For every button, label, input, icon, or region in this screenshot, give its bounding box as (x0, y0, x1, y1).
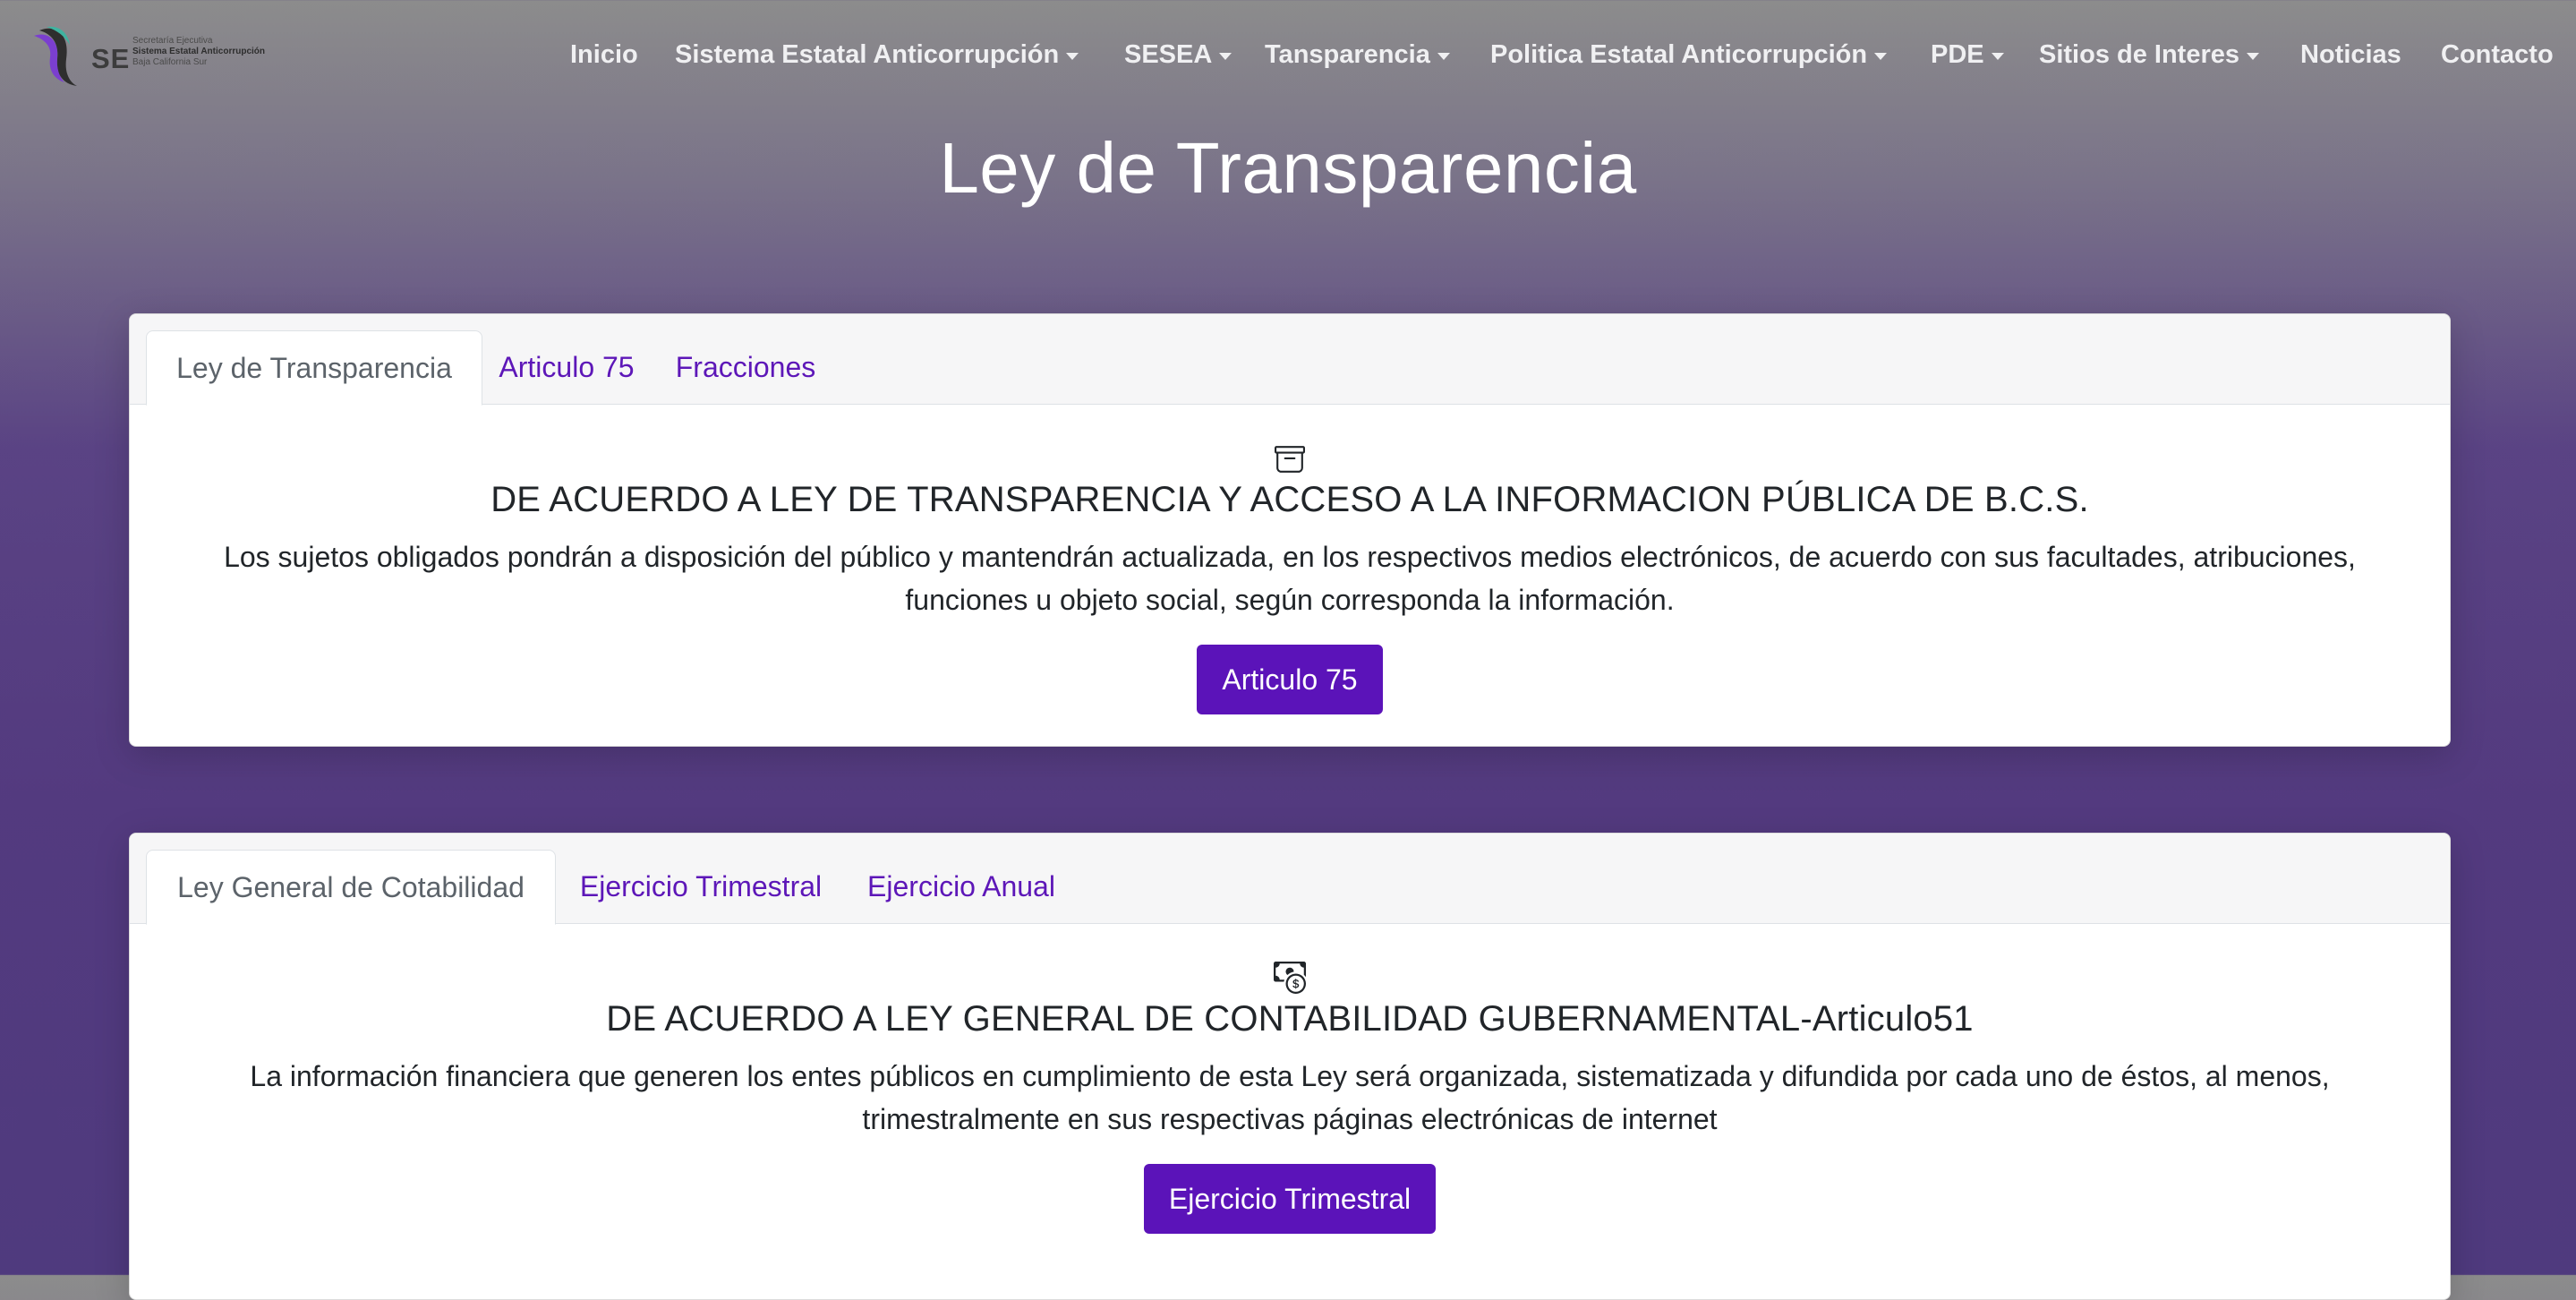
card-description-line-1: Los sujetos obligados pondrán a disposic… (224, 541, 2356, 573)
brand-abbreviation: SE (91, 43, 131, 74)
card-tabs: Ley General de Cotabilidad Ejercicio Tri… (130, 834, 2450, 925)
nav-inicio[interactable]: Inicio (570, 40, 638, 70)
tab-ley-general-de-cotabilidad[interactable]: Ley General de Cotabilidad (146, 850, 556, 925)
card-heading: DE ACUERDO A LEY DE TRANSPARENCIA Y ACCE… (490, 480, 2089, 519)
brand-logo[interactable]: SE Secretaría Ejecutiva Sistema Estatal … (30, 23, 299, 90)
caret-down-icon (1874, 53, 1888, 60)
nav-label: Inicio (570, 40, 638, 69)
card-description-line-2: funciones u objeto social, según corresp… (905, 584, 1675, 616)
card-description: La información financiera que generen lo… (183, 1055, 2396, 1141)
caret-down-icon (1066, 53, 1079, 60)
nav-pde[interactable]: PDE (1931, 40, 2004, 70)
nav-label: Noticias (2300, 40, 2401, 69)
page-title: Ley de Transparencia (939, 128, 1637, 208)
card-description-line-1: La información financiera que generen lo… (250, 1060, 2330, 1092)
tab-ejercicio-trimestral[interactable]: Ejercicio Trimestral (567, 850, 835, 923)
caret-down-icon (1437, 53, 1450, 60)
logo-swoosh-icon (34, 26, 77, 86)
nav-politica-estatal-anticorrupcion[interactable]: Politica Estatal Anticorrupción (1490, 40, 1888, 70)
caret-down-icon (2247, 53, 2260, 60)
tab-fracciones[interactable]: Fracciones (656, 330, 835, 404)
nav-sistema-estatal-anticorrupcion[interactable]: Sistema Estatal Anticorrupción (675, 40, 1079, 70)
card-body: DE ACUERDO A LEY GENERAL DE CONTABILIDAD… (130, 924, 2450, 1299)
ejercicio-trimestral-button[interactable]: Ejercicio Trimestral (1144, 1164, 1436, 1234)
brand-line-1: Secretaría Ejecutiva (132, 36, 213, 46)
brand-text: Secretaría Ejecutiva Sistema Estatal Ant… (132, 36, 311, 68)
archive-icon (1275, 446, 1305, 473)
brand-line-2: Sistema Estatal Anticorrupción (132, 47, 265, 56)
nav-label: Tansparencia (1265, 40, 1430, 69)
tab-ley-de-transparencia[interactable]: Ley de Transparencia (146, 330, 482, 406)
card-heading: DE ACUERDO A LEY GENERAL DE CONTABILIDAD… (606, 999, 1974, 1039)
cash-coin-icon (1274, 962, 1306, 994)
tab-ejercicio-anual[interactable]: Ejercicio Anual (860, 850, 1062, 923)
card-description: Los sujetos obligados pondrán a disposic… (183, 535, 2396, 621)
caret-down-icon (1991, 53, 2004, 60)
articulo-75-button[interactable]: Articulo 75 (1197, 645, 1383, 714)
nav-label: Sistema Estatal Anticorrupción (675, 40, 1060, 69)
card-body: DE ACUERDO A LEY DE TRANSPARENCIA Y ACCE… (130, 405, 2450, 746)
nav-noticias[interactable]: Noticias (2300, 40, 2401, 70)
nav-label: Sitios de Interes (2039, 40, 2240, 69)
nav-sesea[interactable]: SESEA (1124, 40, 1233, 70)
nav-sitios-de-interes[interactable]: Sitios de Interes (2039, 40, 2260, 70)
nav-label: SESEA (1124, 40, 1213, 69)
card-description-line-2: trimestralmente en sus respectivas págin… (862, 1103, 1718, 1135)
tab-articulo-75[interactable]: Articulo 75 (495, 330, 638, 404)
nav-contacto[interactable]: Contacto (2441, 40, 2554, 70)
nav-label: Contacto (2441, 40, 2554, 69)
brand-line-3: Baja California Sur (132, 57, 208, 67)
caret-down-icon (1219, 53, 1233, 60)
transparency-card: Ley de Transparencia Articulo 75 Fraccio… (129, 313, 2451, 747)
nav-label: PDE (1931, 40, 1984, 69)
contabilidad-card: Ley General de Cotabilidad Ejercicio Tri… (129, 833, 2451, 1300)
top-navbar: SE Secretaría Ejecutiva Sistema Estatal … (0, 0, 2576, 113)
nav-transparencia[interactable]: Tansparencia (1265, 40, 1450, 70)
nav-label: Politica Estatal Anticorrupción (1490, 40, 1868, 69)
card-tabs: Ley de Transparencia Articulo 75 Fraccio… (130, 314, 2450, 406)
